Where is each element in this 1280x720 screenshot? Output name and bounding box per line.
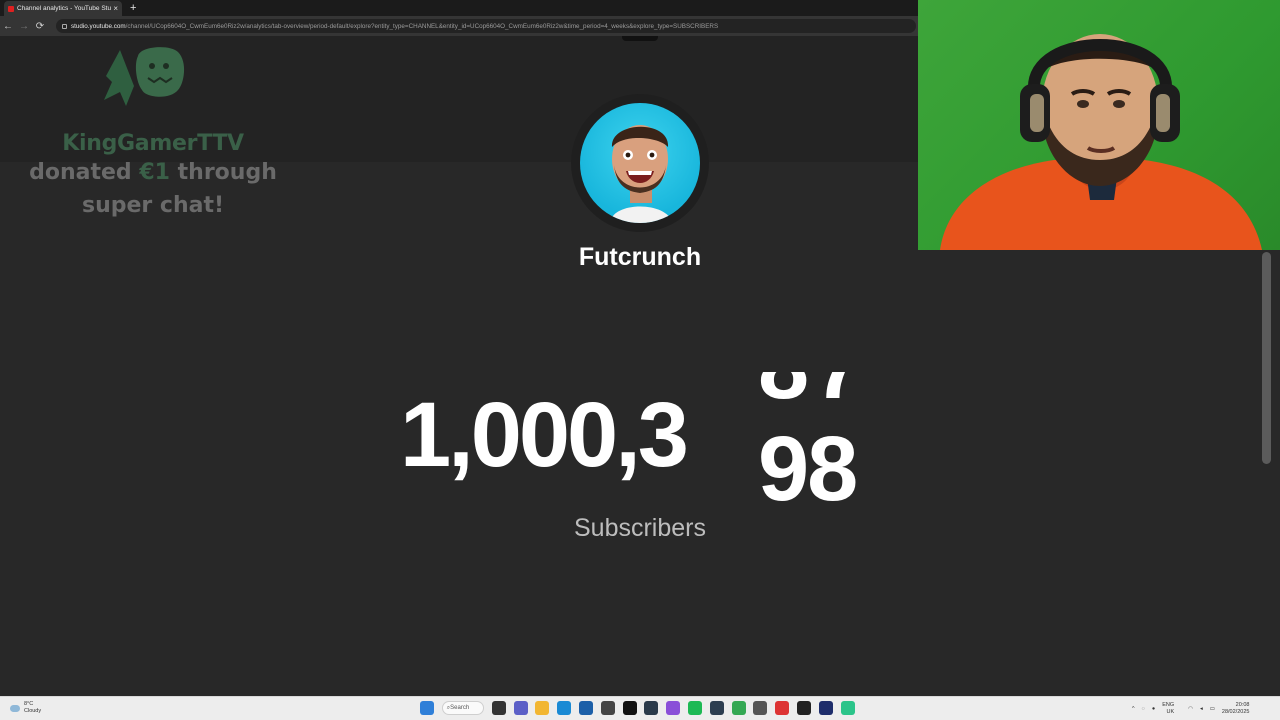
app-icon[interactable]	[622, 701, 637, 715]
premiere-icon[interactable]	[818, 701, 833, 715]
tab-close-button[interactable]: ×	[113, 4, 118, 13]
donation-message-line: donated €1 through	[8, 156, 298, 189]
system-tray: ^ ◌ ● ENG UK ◠ ◂ ▭ 20:08 28/02/2025	[1132, 702, 1249, 716]
back-button[interactable]: ←	[0, 21, 16, 32]
youtube-studio-icon	[8, 5, 14, 12]
super-chat-text: super chat!	[81, 193, 225, 218]
app-icon[interactable]	[775, 701, 790, 715]
ghost-mascot-icon	[104, 47, 185, 106]
reload-button[interactable]: ⟳	[32, 21, 48, 32]
clock-date: 28/02/2025	[1221, 709, 1250, 715]
browser-tab-channel-analytics[interactable]: Channel analytics - YouTube Stu ×	[4, 1, 122, 16]
battery-icon[interactable]: ▭	[1210, 706, 1215, 712]
site-info-icon[interactable]	[62, 23, 67, 29]
app-icon[interactable]	[709, 701, 724, 715]
webcam-overlay	[918, 0, 1280, 250]
subscriber-count-rolling-in-digits: 98	[758, 418, 858, 502]
channel-name: Futcrunch	[578, 243, 702, 271]
url-path: /channel/UCop6604O_CwmEum6e0Riz2w/analyt…	[125, 22, 719, 30]
app-icon[interactable]	[666, 701, 681, 715]
taskbar-search-label: Search	[450, 705, 470, 711]
edge-browser-icon[interactable]	[557, 701, 572, 715]
new-tab-button[interactable]: +	[130, 1, 136, 15]
weather-description: Cloudy	[24, 708, 42, 714]
volume-icon[interactable]: ◂	[1200, 706, 1203, 712]
language-indicator[interactable]: ENG UK	[1162, 702, 1174, 716]
channel-avatar	[571, 94, 709, 232]
avatar-face-icon	[610, 125, 672, 223]
clock-time: 20:08	[1235, 702, 1250, 708]
chevron-up-icon[interactable]: ^	[1132, 706, 1135, 712]
app-icon[interactable]	[840, 701, 855, 715]
windows-start-icon[interactable]	[420, 701, 434, 715]
screen: Channel analytics - YouTube Stu × + ← → …	[0, 0, 1280, 720]
tab-title: Channel analytics - YouTube Stu	[17, 5, 112, 12]
avatar-photo	[580, 103, 700, 223]
language-region: UK	[1166, 709, 1175, 715]
donation-alert: KingGamerTTV donated €1 through super ch…	[8, 42, 298, 222]
chrome-icon[interactable]	[731, 701, 746, 715]
app-icon[interactable]	[796, 701, 811, 715]
wifi-icon[interactable]: ◠	[1188, 706, 1193, 712]
app-icon[interactable]	[600, 701, 615, 715]
microphone-icon[interactable]: ●	[1152, 706, 1155, 712]
spotify-icon[interactable]	[687, 701, 702, 715]
app-icon[interactable]	[753, 701, 768, 715]
weather-widget[interactable]: 8°C Cloudy	[10, 701, 41, 715]
url-host: studio.youtube.com	[71, 22, 126, 30]
address-bar[interactable]: studio.youtube.com/channel/UCop6604O_Cwm…	[56, 19, 916, 33]
subscribers-label: Subscribers	[574, 514, 706, 542]
subscriber-count-fixed-digits: 1,000,3	[400, 384, 689, 486]
taskbar: 8°C Cloudy ⌕ Search ^ ◌ ● ENG UK ◠ ◂ ▭ 2…	[0, 696, 1280, 720]
page-top-handle	[622, 36, 658, 41]
browser-tab-strip: Channel analytics - YouTube Stu × +	[0, 0, 918, 16]
network-icon[interactable]: ◌	[1142, 706, 1145, 712]
clock[interactable]: 20:08 28/02/2025	[1222, 702, 1250, 716]
streamer-figure	[940, 34, 1262, 250]
donor-name: KingGamerTTV	[62, 131, 244, 156]
browser-toolbar: ← → ⟳ studio.youtube.com/channel/UCop660…	[0, 16, 918, 36]
taskbar-search[interactable]: ⌕ Search	[441, 701, 484, 715]
subscriber-count: 1,000,3 87 98	[380, 372, 900, 502]
chat-icon[interactable]	[513, 701, 528, 715]
donated-text: donated	[29, 160, 132, 185]
language-code: ENG	[1162, 702, 1175, 708]
donation-amount: €1	[139, 160, 170, 185]
taskbar-apps: ⌕ Search	[420, 701, 862, 715]
cloud-icon	[10, 704, 20, 712]
forward-button[interactable]: →	[16, 21, 32, 32]
store-icon[interactable]	[578, 701, 593, 715]
app-icon[interactable]	[644, 701, 659, 715]
page-scrollbar[interactable]	[1262, 252, 1271, 464]
file-explorer-icon[interactable]	[535, 701, 550, 715]
weather-temperature: 8°C	[24, 701, 34, 707]
through-text: through	[177, 160, 277, 185]
task-view-icon[interactable]	[491, 701, 506, 715]
